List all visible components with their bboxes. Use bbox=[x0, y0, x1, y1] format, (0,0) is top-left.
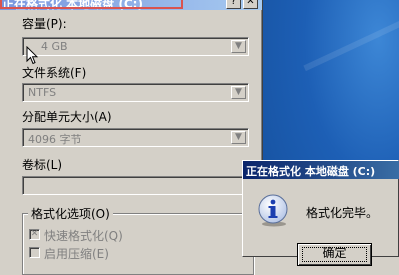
mouse-cursor-icon bbox=[26, 46, 38, 65]
message-box-titlebar[interactable]: 正在格式化 本地磁盘 (C:) bbox=[243, 161, 399, 179]
quick-format-checkbox[interactable]: ✕ bbox=[29, 229, 40, 240]
focus-rectangle bbox=[302, 247, 367, 262]
message-box-title: 正在格式化 本地磁盘 (C:) bbox=[246, 165, 376, 178]
help-button[interactable]: ? bbox=[226, 0, 241, 9]
chevron-down-icon[interactable]: ▼ bbox=[231, 40, 246, 53]
filesystem-label: 文件系统(F) bbox=[22, 66, 87, 80]
format-options-group bbox=[22, 213, 254, 275]
filesystem-select[interactable]: NTFS ▼ bbox=[22, 83, 249, 102]
format-complete-dialog: 正在格式化 本地磁盘 (C:) 格式化完毕。 确定 bbox=[242, 160, 399, 266]
close-button[interactable]: ✕ bbox=[243, 0, 258, 9]
chevron-down-icon[interactable]: ▼ bbox=[231, 86, 246, 99]
message-text: 格式化完毕。 bbox=[306, 206, 379, 220]
title-highlight-box bbox=[0, 0, 183, 9]
capacity-label: 容量(P): bbox=[22, 17, 67, 31]
allocation-label: 分配单元大小(A) bbox=[22, 110, 112, 124]
format-options-title: 格式化选项(O) bbox=[28, 205, 113, 222]
volume-label-input[interactable] bbox=[22, 176, 249, 195]
info-icon bbox=[258, 194, 288, 227]
ok-button[interactable]: 确定 bbox=[297, 243, 372, 266]
format-dialog-titlebar[interactable]: 正在格式化 本地磁盘 (C:) ? ✕ bbox=[0, 0, 262, 10]
volume-label-label: 卷标(L) bbox=[22, 158, 63, 172]
desktop-streak bbox=[303, 14, 399, 72]
filesystem-value: NTFS bbox=[28, 86, 57, 99]
allocation-select[interactable]: 4096 字节 ▼ bbox=[22, 128, 249, 147]
capacity-select[interactable]: 4 GB ▼ bbox=[22, 37, 249, 56]
quick-format-label: 快速格式化(Q) bbox=[44, 229, 123, 243]
enable-compression-label: 启用压缩(E) bbox=[44, 247, 109, 261]
capacity-value: 4 GB bbox=[41, 40, 68, 53]
allocation-value: 4096 字节 bbox=[28, 133, 82, 146]
format-dialog: 正在格式化 本地磁盘 (C:) ? ✕ 容量(P): 4 GB ▼ 文件系统(F… bbox=[0, 0, 263, 275]
enable-compression-checkbox[interactable] bbox=[29, 247, 40, 258]
chevron-down-icon[interactable]: ▼ bbox=[231, 131, 246, 144]
